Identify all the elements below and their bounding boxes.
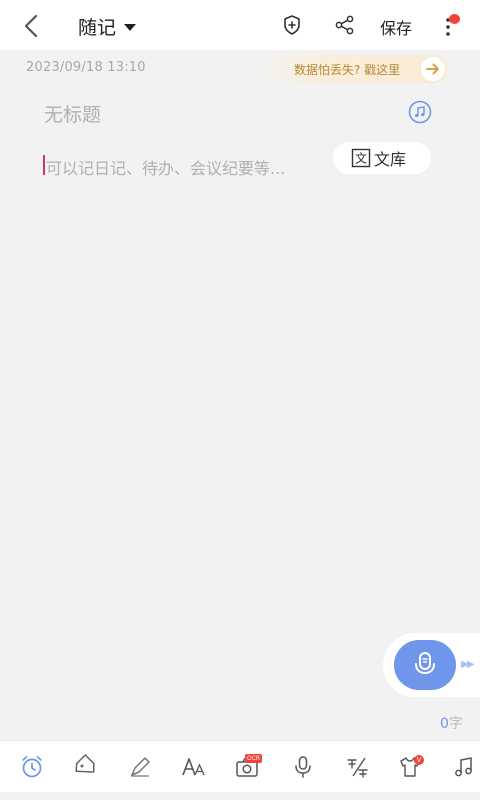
text-format-icon[interactable] (344, 753, 372, 781)
top-bar: 随记 保存 (0, 0, 480, 50)
pen-icon[interactable] (126, 753, 154, 781)
backup-banner[interactable]: 数据怕丢失? 戳这里 (256, 55, 448, 83)
share-icon[interactable] (332, 12, 358, 38)
caret-down-icon (124, 23, 137, 31)
note-datetime: 2023/09/18 13:10 (26, 60, 146, 75)
library-label: 文库 (374, 150, 407, 169)
shield-plus-icon[interactable] (279, 12, 305, 38)
back-chevron-icon[interactable] (18, 12, 46, 40)
banner-text: 数据怕丢失? 戳这里 (294, 62, 401, 77)
music-note-icon[interactable] (450, 753, 478, 781)
note-category-title: 随记 (78, 16, 117, 39)
alarm-clock-icon[interactable] (18, 753, 46, 781)
vip-badge: V (414, 755, 424, 765)
bottom-toolbar (0, 740, 480, 792)
arrow-right-icon (421, 57, 445, 81)
note-body-input[interactable]: 可以记日记、待办、会议纪要等... (46, 155, 285, 179)
library-icon-glyph: 文 (355, 151, 367, 166)
note-category-dropdown[interactable]: 随记 (78, 12, 137, 40)
library-button[interactable]: 文 文库 (333, 142, 431, 174)
document-icon: 文 (351, 148, 371, 168)
ocr-badge: OCR (245, 754, 263, 763)
save-button[interactable]: 保存 (380, 15, 412, 39)
voice-input-button[interactable] (394, 640, 456, 690)
font-size-icon[interactable] (180, 753, 208, 781)
word-count-unit: 字 (448, 716, 463, 732)
notification-dot (449, 14, 460, 24)
microphone-icon[interactable] (289, 753, 317, 781)
note-title-input[interactable]: 无标题 (44, 100, 101, 127)
tag-icon[interactable] (72, 753, 100, 781)
word-count: 0字 (440, 713, 463, 733)
microphone-icon (415, 652, 435, 675)
divider (30, 796, 450, 798)
text-cursor (43, 155, 45, 175)
word-count-number: 0 (440, 716, 449, 732)
music-note-icon[interactable] (408, 100, 432, 124)
expand-arrows-icon[interactable]: ▶▶ (461, 659, 474, 670)
